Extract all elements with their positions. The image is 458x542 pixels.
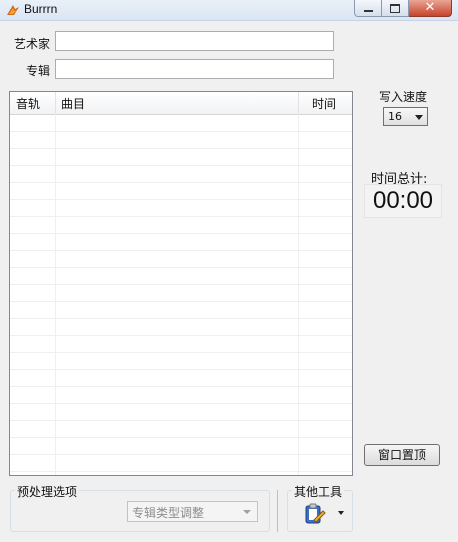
list-grid-line — [10, 386, 352, 387]
track-list[interactable]: 音轨 曲目 时间 — [9, 91, 353, 476]
list-grid-line — [10, 420, 352, 421]
list-grid-line — [10, 318, 352, 319]
maximize-button[interactable] — [382, 0, 409, 17]
list-grid-line — [10, 267, 352, 268]
list-grid-line — [10, 403, 352, 404]
preprocess-label: 预处理选项 — [15, 483, 80, 500]
list-grid-line — [10, 437, 352, 438]
minimize-button[interactable] — [354, 0, 382, 17]
list-grid-line — [10, 199, 352, 200]
window-on-top-button[interactable]: 窗口置顶 — [364, 444, 440, 466]
dropdown-arrow-icon — [243, 510, 251, 514]
list-grid-line — [10, 335, 352, 336]
artist-input[interactable] — [55, 31, 334, 51]
close-icon: ✕ — [424, 0, 436, 15]
list-grid-line — [10, 148, 352, 149]
write-speed-select[interactable]: 16 — [383, 107, 428, 126]
album-type-value: 专辑类型调整 — [132, 506, 205, 520]
album-type-combo[interactable]: 专辑类型调整 — [127, 501, 258, 522]
list-grid-line — [10, 352, 352, 353]
minimize-icon — [363, 10, 373, 12]
window-controls: ✕ — [354, 0, 452, 17]
dropdown-arrow-icon — [338, 511, 344, 515]
maximize-icon — [390, 3, 400, 13]
list-grid-line — [10, 131, 352, 132]
list-grid-line — [10, 471, 352, 472]
list-grid-line — [10, 165, 352, 166]
write-speed-value: 16 — [388, 110, 402, 123]
list-grid-line — [10, 284, 352, 285]
close-button[interactable]: ✕ — [409, 0, 452, 17]
list-grid-line — [10, 369, 352, 370]
window-title: Burrrn — [24, 2, 58, 16]
list-grid-line — [10, 216, 352, 217]
list-grid-line — [10, 182, 352, 183]
total-time-display: 00:00 — [364, 184, 442, 218]
title-bar[interactable]: Burrrn ✕ — [0, 0, 458, 21]
write-speed-label: 写入速度 — [379, 90, 428, 104]
column-header-track[interactable]: 音轨 — [16, 95, 40, 112]
list-grid-line — [10, 454, 352, 455]
artist-label: 艺术家 — [14, 37, 51, 51]
burrrn-app-icon — [7, 5, 19, 15]
list-grid-line — [10, 233, 352, 234]
album-input[interactable] — [55, 59, 334, 79]
column-header-title[interactable]: 曲目 — [61, 95, 85, 112]
tools-clipboard-icon — [305, 503, 326, 524]
tools-button[interactable] — [298, 500, 348, 526]
album-label: 专辑 — [26, 64, 51, 78]
dropdown-arrow-icon — [415, 115, 423, 120]
tools-label: 其他工具 — [292, 483, 345, 500]
list-grid-line — [10, 250, 352, 251]
divider — [277, 490, 278, 532]
track-list-header: 音轨 曲目 时间 — [10, 92, 352, 115]
list-grid-line — [10, 301, 352, 302]
column-header-time[interactable]: 时间 — [312, 95, 336, 112]
